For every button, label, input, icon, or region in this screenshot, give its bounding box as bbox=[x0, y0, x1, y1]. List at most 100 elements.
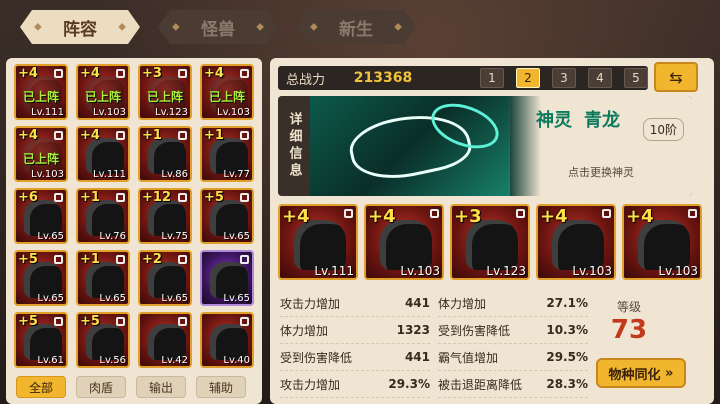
species-assimilation-button[interactable]: 物种同化 » bbox=[596, 358, 686, 388]
monster-level: Lv.103 bbox=[658, 264, 698, 278]
team-slot-card[interactable]: +4 Lv.103 bbox=[536, 204, 616, 280]
lock-icon bbox=[54, 255, 63, 264]
lock-icon bbox=[54, 131, 63, 140]
level-label: 等级 bbox=[616, 300, 641, 314]
lock-icon bbox=[116, 317, 125, 326]
monster-portrait bbox=[380, 220, 432, 270]
star-level: +4 bbox=[626, 206, 654, 227]
star-level: +3 bbox=[142, 66, 162, 81]
guardian-name: 神灵 青龙 bbox=[536, 106, 620, 132]
filter-all[interactable]: 全部 bbox=[16, 376, 66, 398]
monster-portrait bbox=[638, 220, 690, 270]
filter-damage[interactable]: 输出 bbox=[136, 376, 186, 398]
team-slot-card[interactable]: +4 Lv.111 bbox=[278, 204, 358, 280]
monster-card[interactable]: +3 已上阵 Lv.123 bbox=[138, 64, 192, 120]
details-button[interactable]: 详细信息 bbox=[278, 96, 310, 196]
star-level: +3 bbox=[454, 206, 482, 227]
tab-rebirth[interactable]: ◆ 新生 ◆ bbox=[296, 10, 416, 44]
star-level: +5 bbox=[18, 252, 38, 267]
team-slot-card[interactable]: +4 Lv.103 bbox=[622, 204, 702, 280]
stats-column-right: 体力增加 27.1% 受到伤害降低 10.3% 霸气值增加 29.5% 被击退距离降低 28.… bbox=[438, 290, 588, 398]
monster-card[interactable]: +1 Lv.65 bbox=[76, 250, 130, 306]
star-level: +1 bbox=[80, 190, 100, 205]
total-power-bar: 总战力 213368 12345 bbox=[278, 66, 648, 90]
monster-card[interactable]: +6 Lv.65 bbox=[14, 188, 68, 244]
monster-level: Lv.111 bbox=[93, 169, 126, 180]
star-level: +5 bbox=[80, 314, 100, 329]
lock-icon bbox=[116, 193, 125, 202]
tab-monsters[interactable]: ◆ 怪兽 ◆ bbox=[158, 10, 278, 44]
lineup-page-5[interactable]: 5 bbox=[624, 68, 648, 88]
monster-card[interactable]: +4 已上阵 Lv.111 bbox=[14, 64, 68, 120]
team-slot-card[interactable]: +3 Lv.123 bbox=[450, 204, 530, 280]
stat-row: 受到伤害降低 10.3% bbox=[438, 317, 588, 344]
monster-card[interactable]: +4 已上阵 Lv.103 bbox=[76, 64, 130, 120]
monster-level: Lv.86 bbox=[161, 169, 188, 180]
stat-value: 28.3% bbox=[546, 377, 588, 391]
lineup-page-2[interactable]: 2 bbox=[516, 68, 540, 88]
stat-row: 攻击力增加 29.3% bbox=[280, 371, 430, 398]
filter-support[interactable]: 辅助 bbox=[196, 376, 246, 398]
lineup-page-3[interactable]: 3 bbox=[552, 68, 576, 88]
star-level: +4 bbox=[18, 66, 38, 81]
monster-level: Lv.123 bbox=[486, 264, 526, 278]
guardian-banner[interactable]: 详细信息 神灵 青龙 10阶 点击更换神灵 bbox=[278, 96, 692, 196]
level-emblem: 等级 73 bbox=[600, 298, 658, 358]
monster-level: Lv.65 bbox=[161, 293, 188, 304]
monster-card[interactable]: +1 Lv.77 bbox=[200, 126, 254, 182]
lock-icon bbox=[240, 131, 249, 140]
star-level: +4 bbox=[80, 66, 100, 81]
star-level: +1 bbox=[142, 128, 162, 143]
monster-level: Lv.65 bbox=[223, 231, 250, 242]
monster-portrait bbox=[294, 220, 346, 270]
lock-icon bbox=[240, 317, 249, 326]
stat-row: 被击退距离降低 28.3% bbox=[438, 371, 588, 398]
team-slot-card[interactable]: +4 Lv.103 bbox=[364, 204, 444, 280]
monster-card[interactable]: +5 Lv.65 bbox=[200, 188, 254, 244]
monster-card[interactable]: +12 Lv.75 bbox=[138, 188, 192, 244]
filter-tank[interactable]: 肉盾 bbox=[76, 376, 126, 398]
stat-name: 攻击力增加 bbox=[280, 377, 341, 392]
monster-card[interactable]: Lv.42 bbox=[138, 312, 192, 368]
stat-row: 体力增加 1323 bbox=[280, 317, 430, 344]
monster-card[interactable]: +5 Lv.65 bbox=[14, 250, 68, 306]
monster-card[interactable]: +1 Lv.86 bbox=[138, 126, 192, 182]
stat-name: 受到伤害降低 bbox=[438, 323, 511, 338]
monster-card[interactable]: +4 Lv.111 bbox=[76, 126, 130, 182]
stat-value: 441 bbox=[404, 296, 430, 310]
monster-card[interactable]: +5 Lv.61 bbox=[14, 312, 68, 368]
top-tabs: ◆ 阵容 ◆ ◆ 怪兽 ◆ ◆ 新生 ◆ bbox=[20, 10, 416, 44]
lock-icon bbox=[178, 131, 187, 140]
star-level: +12 bbox=[142, 190, 171, 205]
monster-card[interactable]: Lv.40 bbox=[200, 312, 254, 368]
lineup-page-4[interactable]: 4 bbox=[588, 68, 612, 88]
monster-card[interactable]: +4 已上阵 Lv.103 bbox=[14, 126, 68, 182]
monster-card[interactable]: +2 Lv.65 bbox=[138, 250, 192, 306]
monster-list-panel: +4 已上阵 Lv.111 +4 已上阵 Lv.103 +3 已上阵 Lv.123 +4 已上阵 Lv… bbox=[6, 58, 262, 404]
deployed-badge: 已上阵 bbox=[22, 152, 59, 166]
monster-level: Lv.65 bbox=[223, 293, 250, 304]
deployed-badge: 已上阵 bbox=[146, 90, 183, 104]
monster-level: Lv.111 bbox=[314, 264, 354, 278]
lineup-page-1[interactable]: 1 bbox=[480, 68, 504, 88]
monster-card[interactable]: Lv.65 bbox=[200, 250, 254, 306]
monster-level: Lv.75 bbox=[161, 231, 188, 242]
star-level: +4 bbox=[18, 128, 38, 143]
monster-level: Lv.42 bbox=[161, 355, 188, 366]
swap-lineup-button[interactable]: ⇆ bbox=[654, 62, 698, 92]
stat-row: 攻击力增加 441 bbox=[280, 290, 430, 317]
star-level: +4 bbox=[540, 206, 568, 227]
star-level: +4 bbox=[80, 128, 100, 143]
change-guardian-hint[interactable]: 点击更换神灵 bbox=[568, 164, 634, 180]
stat-row: 霸气值增加 29.5% bbox=[438, 344, 588, 371]
details-label: 详细信息 bbox=[286, 112, 302, 180]
monster-level: Lv.103 bbox=[572, 264, 612, 278]
monster-card[interactable]: +5 Lv.56 bbox=[76, 312, 130, 368]
monster-grid: +4 已上阵 Lv.111 +4 已上阵 Lv.103 +3 已上阵 Lv.123 +4 已上阵 Lv… bbox=[14, 64, 254, 368]
monster-card[interactable]: +1 Lv.76 bbox=[76, 188, 130, 244]
stat-row: 体力增加 27.1% bbox=[438, 290, 588, 317]
stat-name: 体力增加 bbox=[280, 323, 329, 338]
deployed-badge: 已上阵 bbox=[208, 90, 245, 104]
tab-lineup[interactable]: ◆ 阵容 ◆ bbox=[20, 10, 140, 44]
monster-card[interactable]: +4 已上阵 Lv.103 bbox=[200, 64, 254, 120]
